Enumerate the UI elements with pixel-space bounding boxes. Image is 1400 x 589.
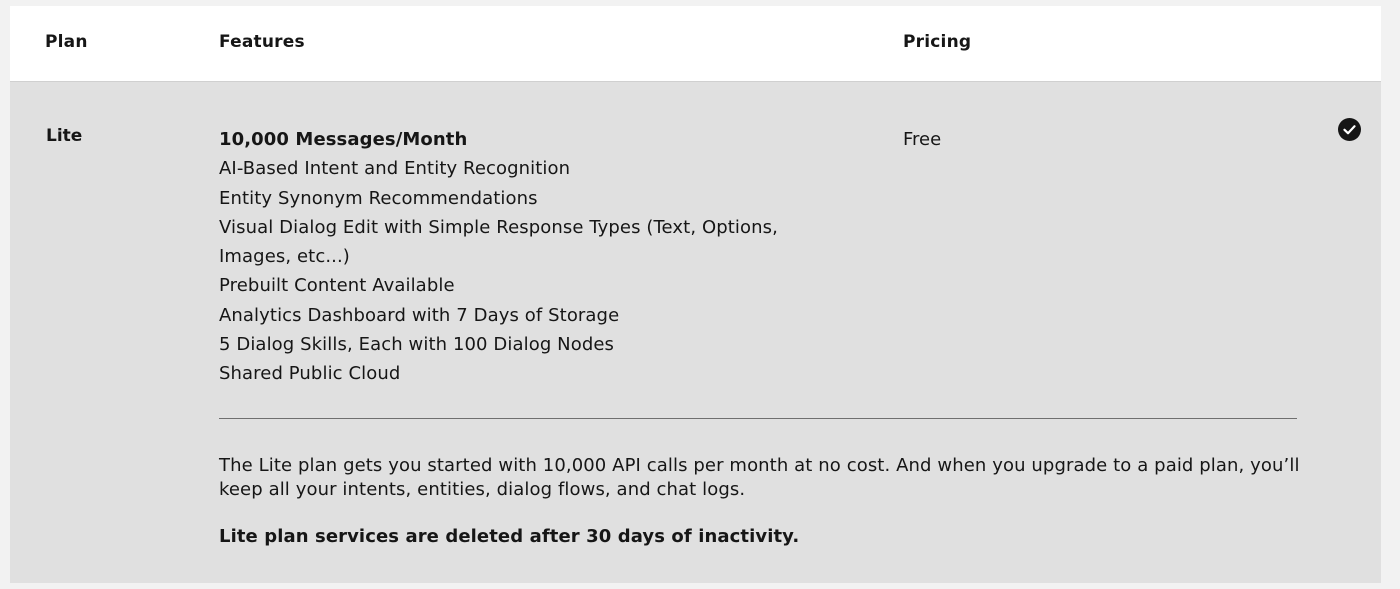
- column-header-pricing: Pricing: [903, 32, 972, 52]
- table-header: Plan Features Pricing: [10, 6, 1381, 81]
- checkmark-filled-icon[interactable]: [1338, 118, 1361, 141]
- feature-item: Images, etc...): [219, 246, 350, 268]
- feature-item: Analytics Dashboard with 7 Days of Stora…: [219, 304, 620, 326]
- plan-description: The Lite plan gets you started with 10,0…: [219, 455, 1300, 500]
- feature-item: 10,000 Messages/Month: [219, 129, 468, 150]
- feature-item: Prebuilt Content Available: [219, 275, 455, 297]
- feature-item: Entity Synonym Recommendations: [219, 187, 538, 209]
- features-list: 10,000 Messages/Month AI-Based Intent an…: [219, 125, 839, 389]
- feature-item: Shared Public Cloud: [219, 363, 401, 385]
- plan-price: Free: [903, 129, 942, 150]
- plan-inactivity-note: Lite plan services are deleted after 30 …: [219, 526, 800, 547]
- plan-table: Plan Features Pricing Lite 10,000 Messag…: [10, 6, 1381, 583]
- plan-name: Lite: [46, 126, 83, 146]
- table-row[interactable]: Lite 10,000 Messages/Month AI-Based Inte…: [10, 81, 1381, 583]
- feature-item: AI-Based Intent and Entity Recognition: [219, 158, 571, 180]
- divider: [219, 418, 1297, 419]
- feature-item: Visual Dialog Edit with Simple Response …: [219, 216, 778, 238]
- column-header-plan: Plan: [45, 32, 88, 52]
- feature-item: 5 Dialog Skills, Each with 100 Dialog No…: [219, 334, 615, 356]
- column-header-features: Features: [219, 32, 305, 52]
